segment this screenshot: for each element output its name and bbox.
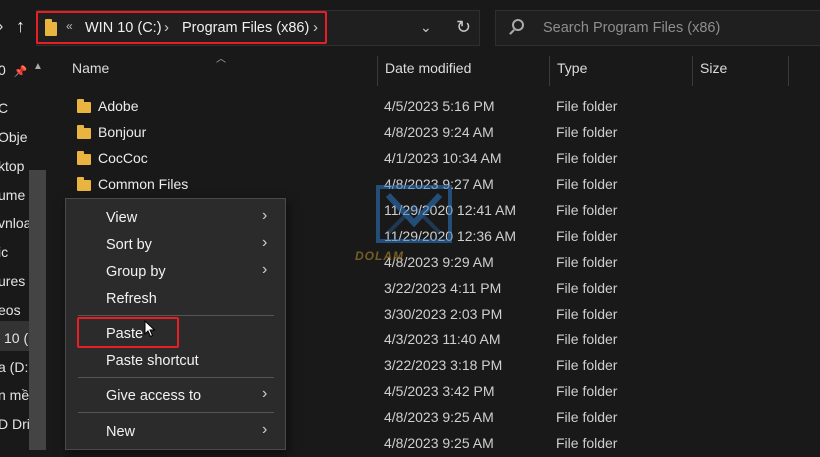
file-type: File folder [556, 383, 618, 399]
search-icon [512, 19, 524, 31]
menu-item-sort-by[interactable]: Sort by [106, 237, 152, 253]
menu-separator [78, 377, 274, 378]
mouse-cursor-icon [144, 320, 156, 338]
file-date: 3/22/2023 4:11 PM [384, 280, 502, 296]
nav-item-selected[interactable]: 10 ( [4, 330, 28, 346]
column-divider[interactable] [377, 56, 378, 86]
file-type: File folder [556, 254, 618, 270]
menu-item-give-access[interactable]: Give access to [106, 388, 201, 404]
nav-item[interactable]: ic [0, 244, 8, 260]
nav-item[interactable]: vnloa [0, 215, 31, 231]
pin-icon: 📌 [13, 66, 28, 78]
chevron-right-icon[interactable]: › [262, 261, 267, 279]
column-header-date[interactable]: Date modified [385, 60, 471, 86]
file-type: File folder [556, 124, 618, 140]
file-name: Adobe [98, 98, 139, 114]
menu-item-new[interactable]: New [106, 424, 135, 440]
file-name: CocCoc [98, 150, 148, 166]
folder-icon [77, 99, 91, 113]
column-divider[interactable] [692, 56, 693, 86]
address-highlight-box [36, 11, 327, 44]
search-input[interactable]: Search Program Files (x86) [543, 20, 720, 36]
up-arrow-icon[interactable]: ↑ [16, 16, 32, 40]
nav-item[interactable]: n mề [0, 387, 29, 403]
scroll-up-icon[interactable]: ▲ [33, 61, 43, 72]
nav-item-label: 0 [0, 62, 6, 78]
watermark-text: DOLAM [355, 249, 404, 263]
file-type: File folder [556, 306, 618, 322]
scrollbar-thumb[interactable] [29, 170, 46, 450]
file-date: 4/3/2023 11:40 AM [384, 331, 501, 347]
chevron-right-icon[interactable]: › [262, 234, 267, 252]
file-type: File folder [556, 435, 618, 451]
column-header-name[interactable]: Name [72, 60, 109, 86]
menu-separator [78, 412, 274, 413]
file-date: 4/8/2023 9:25 AM [384, 435, 494, 451]
menu-item-paste-shortcut[interactable]: Paste shortcut [106, 353, 199, 369]
file-type: File folder [556, 150, 618, 166]
chevron-right-icon[interactable]: › [262, 385, 267, 403]
file-type: File folder [556, 98, 618, 114]
file-type: File folder [556, 228, 618, 244]
menu-item-view[interactable]: View [106, 210, 137, 226]
watermark-logo [376, 185, 452, 243]
file-type: File folder [556, 176, 618, 192]
file-type: File folder [556, 202, 618, 218]
chevron-down-icon[interactable]: ⌄ [420, 19, 432, 36]
chevron-right-icon[interactable]: › [262, 421, 267, 439]
menu-item-group-by[interactable]: Group by [106, 264, 166, 280]
nav-item[interactable]: ume [0, 187, 25, 203]
file-type: File folder [556, 331, 618, 347]
refresh-icon[interactable]: ↻ [456, 17, 471, 38]
file-type: File folder [556, 357, 618, 373]
file-name: Bonjour [98, 124, 147, 140]
table-row[interactable]: Adobe 4/5/2023 5:16 PM File folder [60, 94, 820, 120]
folder-icon [77, 125, 91, 139]
nav-item[interactable]: ures [0, 273, 25, 289]
nav-item[interactable]: a (D: [0, 359, 28, 375]
column-header-size[interactable]: Size [700, 60, 727, 86]
chevron-right-icon[interactable]: › [262, 207, 267, 225]
file-date: 4/8/2023 9:24 AM [384, 124, 494, 140]
file-date: 4/8/2023 9:25 AM [384, 409, 494, 425]
file-date: 4/5/2023 5:16 PM [384, 98, 495, 114]
folder-icon [77, 177, 91, 191]
nav-item[interactable]: Obje [0, 129, 28, 145]
table-row[interactable]: CocCoc 4/1/2023 10:34 AM File folder [60, 146, 820, 172]
file-type: File folder [556, 409, 618, 425]
table-row[interactable]: Bonjour 4/8/2023 9:24 AM File folder [60, 120, 820, 146]
file-name: Common Files [98, 176, 189, 192]
nav-item[interactable]: ktop [0, 158, 24, 174]
nav-item-quick-access[interactable]: 0 📌 [0, 62, 27, 78]
file-date: 4/5/2023 3:42 PM [384, 383, 495, 399]
menu-item-refresh[interactable]: Refresh [106, 291, 157, 307]
nav-item[interactable]: C [0, 100, 8, 116]
file-type: File folder [556, 280, 618, 296]
column-header-type[interactable]: Type [557, 60, 587, 86]
column-divider[interactable] [549, 56, 550, 86]
folder-icon [77, 151, 91, 165]
file-date: 3/30/2023 2:03 PM [384, 306, 503, 322]
menu-separator [78, 315, 274, 316]
paste-highlight-box [77, 317, 179, 348]
file-date: 4/1/2023 10:34 AM [384, 150, 502, 166]
nav-item[interactable]: eos [0, 302, 21, 318]
file-date: 3/22/2023 3:18 PM [384, 357, 503, 373]
column-divider[interactable] [788, 56, 789, 86]
sort-ascending-icon: ︿ [216, 54, 226, 65]
